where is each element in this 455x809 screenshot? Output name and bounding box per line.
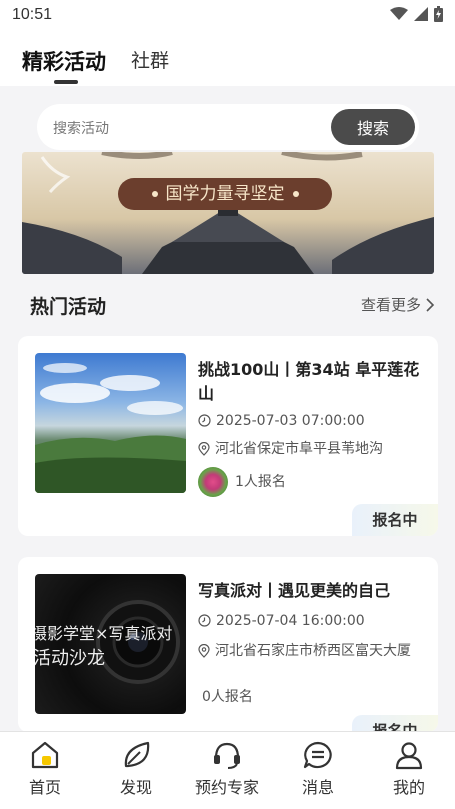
tab-community[interactable]: 社群 xyxy=(131,46,169,73)
signal-icon xyxy=(414,7,428,21)
clock-icon xyxy=(198,414,211,427)
location-pin-icon xyxy=(198,442,210,456)
activity-thumbnail xyxy=(35,353,186,493)
status-time: 10:51 xyxy=(12,6,53,23)
avatar xyxy=(198,467,228,497)
leaf-icon xyxy=(124,741,150,768)
battery-icon xyxy=(434,6,443,22)
status-badge: 报名中 xyxy=(352,504,438,536)
activity-title: 挑战100山丨第34站 阜平莲花山 xyxy=(198,360,420,403)
nav-profile[interactable]: 我的 xyxy=(364,740,454,798)
nav-discover[interactable]: 发现 xyxy=(91,740,181,798)
activity-location: 河北省保定市阜平县苇地沟 xyxy=(198,439,423,459)
home-icon xyxy=(31,741,59,769)
bottom-nav: 首页 发现 预约专家 消息 我的 xyxy=(0,731,455,809)
activity-datetime: 2025-07-04 16:00:00 xyxy=(198,611,423,631)
message-icon xyxy=(303,741,332,769)
activity-card[interactable]: 挑战100山丨第34站 阜平莲花山 2025-07-03 07:00:00 河北… xyxy=(18,336,438,536)
search-input[interactable]: 搜索活动 xyxy=(53,118,109,138)
nav-expert[interactable]: 预约专家 xyxy=(182,740,272,798)
nav-home-label: 首页 xyxy=(28,778,61,797)
clock-icon xyxy=(198,614,211,627)
search-button[interactable]: 搜索 xyxy=(331,109,415,145)
thumb-text-1: 摄影学堂×写真派对 xyxy=(35,624,173,643)
banner-roof-illustration xyxy=(22,152,434,274)
status-bar: 10:51 xyxy=(0,0,455,32)
banner[interactable]: 国学力量寻坚定 xyxy=(22,152,434,274)
wifi-icon xyxy=(390,7,408,20)
activity-card[interactable]: 摄影学堂×写真派对 活动沙龙 写真派对丨遇见更美的自己 2025-07-04 1… xyxy=(18,557,438,732)
status-icons xyxy=(390,6,443,22)
signup-count: 1人报名 xyxy=(235,474,286,490)
top-tabs: 精彩活动 社群 xyxy=(0,32,455,86)
activity-location: 河北省石家庄市桥西区富天大厦 xyxy=(198,641,423,661)
headset-icon xyxy=(214,742,240,769)
tab-active-indicator xyxy=(54,80,78,84)
user-icon xyxy=(395,742,423,770)
chevron-right-icon xyxy=(426,297,435,312)
banner-caption: 国学力量寻坚定 xyxy=(118,178,332,210)
nav-expert-label: 预约专家 xyxy=(194,778,259,797)
signup-count: 0人报名 xyxy=(202,689,253,705)
thumb-text-2: 活动沙龙 xyxy=(35,648,105,669)
nav-messages-label: 消息 xyxy=(301,778,334,797)
nav-home[interactable]: 首页 xyxy=(0,740,90,798)
tab-activities[interactable]: 精彩活动 xyxy=(22,46,106,76)
section-title: 热门活动 xyxy=(30,296,107,318)
banner-text: 国学力量寻坚定 xyxy=(165,184,285,204)
nav-discover-label: 发现 xyxy=(119,778,152,797)
see-more-link[interactable]: 查看更多 xyxy=(361,294,435,315)
activity-title: 写真派对丨遇见更美的自己 xyxy=(198,581,391,600)
see-more-label: 查看更多 xyxy=(360,296,421,314)
nav-profile-label: 我的 xyxy=(392,778,425,797)
hot-activities-header: 热门活动 查看更多 xyxy=(30,292,435,318)
status-badge: 报名中 xyxy=(352,715,438,732)
activity-datetime: 2025-07-03 07:00:00 xyxy=(198,411,423,431)
location-pin-icon xyxy=(198,644,210,658)
activity-thumbnail: 摄影学堂×写真派对 活动沙龙 xyxy=(35,574,186,714)
nav-messages[interactable]: 消息 xyxy=(273,740,363,798)
search-bar[interactable]: 搜索活动 搜索 xyxy=(37,104,419,150)
